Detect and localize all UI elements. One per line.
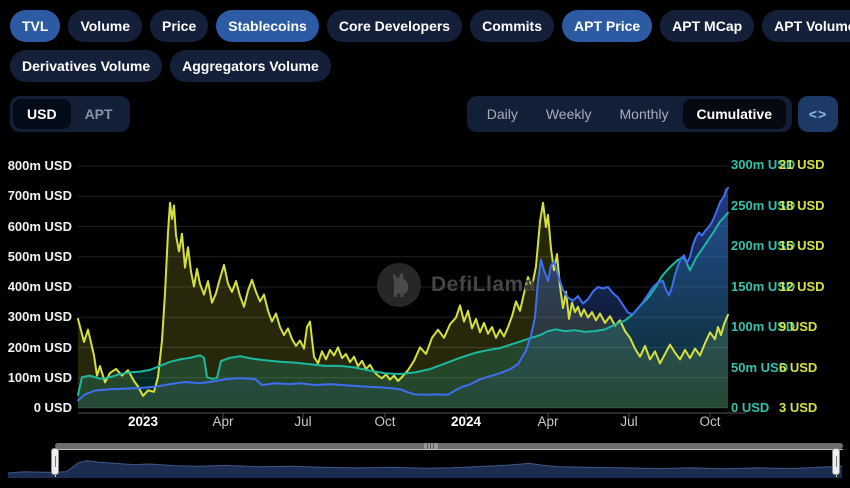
tab-tvl[interactable]: TVL <box>10 10 60 42</box>
x-axis-label: 2024 <box>451 414 481 429</box>
tab-apt-volume[interactable]: APT Volume <box>762 10 850 42</box>
period-option-weekly[interactable]: Weekly <box>532 99 606 129</box>
period-group: DailyWeeklyMonthlyCumulative <box>467 96 792 132</box>
tab-stablecoins[interactable]: Stablecoins <box>216 10 319 42</box>
period-option-daily[interactable]: Daily <box>473 99 532 129</box>
y-axis-label-price: 18 USD <box>779 198 825 213</box>
navigator-area <box>8 461 842 478</box>
y-axis-label-left: 100m USD <box>0 370 72 385</box>
tab-core-developers[interactable]: Core Developers <box>327 10 462 42</box>
tab-commits[interactable]: Commits <box>470 10 554 42</box>
tab-apt-mcap[interactable]: APT MCap <box>660 10 754 42</box>
period-option-monthly[interactable]: Monthly <box>606 99 683 129</box>
y-axis-label-stablecoins: 0 USD <box>731 400 769 415</box>
y-axis-label-left: 700m USD <box>0 188 72 203</box>
tab-volume[interactable]: Volume <box>68 10 142 42</box>
currency-option-apt[interactable]: APT <box>71 99 127 129</box>
y-axis-label-left: 0 USD <box>0 400 72 415</box>
y-axis-label-price: 9 USD <box>779 319 817 334</box>
x-axis-label: Apr <box>212 414 233 429</box>
metric-tabs-row2: Derivatives VolumeAggregators Volume <box>10 50 331 82</box>
y-axis-label-price: 15 USD <box>779 238 825 253</box>
x-axis-label: Oct <box>374 414 395 429</box>
y-axis-label-price: 3 USD <box>779 400 817 415</box>
chart-controls-row: USDAPT DailyWeeklyMonthlyCumulative <> <box>10 96 838 132</box>
code-brackets-icon: <> <box>809 106 827 122</box>
tab-apt-price[interactable]: APT Price <box>562 10 652 42</box>
y-axis-label-price: 6 USD <box>779 360 817 375</box>
navigator-left-handle[interactable] <box>51 448 59 475</box>
y-axis-label-left: 800m USD <box>0 158 72 173</box>
x-axis-label: Jul <box>294 414 311 429</box>
y-axis-label-price: 12 USD <box>779 279 825 294</box>
y-axis-label-left: 500m USD <box>0 249 72 264</box>
tab-derivatives-volume[interactable]: Derivatives Volume <box>10 50 162 82</box>
x-axis-label: Oct <box>699 414 720 429</box>
right-controls: DailyWeeklyMonthlyCumulative <> <box>467 96 838 132</box>
y-axis-label-left: 200m USD <box>0 340 72 355</box>
x-axis-label: Apr <box>537 414 558 429</box>
y-axis-label-left: 600m USD <box>0 219 72 234</box>
y-axis-label-price: 21 USD <box>779 157 825 172</box>
tab-aggregators-volume[interactable]: Aggregators Volume <box>170 50 331 82</box>
tab-price[interactable]: Price <box>150 10 208 42</box>
y-axis-label-left: 400m USD <box>0 279 72 294</box>
currency-toggle: USDAPT <box>10 96 130 132</box>
embed-chart-button[interactable]: <> <box>798 96 838 132</box>
period-option-cumulative[interactable]: Cumulative <box>683 99 786 129</box>
navigator-right-handle[interactable] <box>832 448 840 475</box>
x-axis-label: 2023 <box>128 414 158 429</box>
y-axis-label-left: 300m USD <box>0 309 72 324</box>
main-chart[interactable] <box>0 150 850 440</box>
x-axis-label: Jul <box>620 414 637 429</box>
currency-option-usd[interactable]: USD <box>13 99 71 129</box>
metric-tabs-row1: TVLVolumePriceStablecoinsCore Developers… <box>10 10 850 42</box>
navigator-chart[interactable] <box>8 450 842 478</box>
